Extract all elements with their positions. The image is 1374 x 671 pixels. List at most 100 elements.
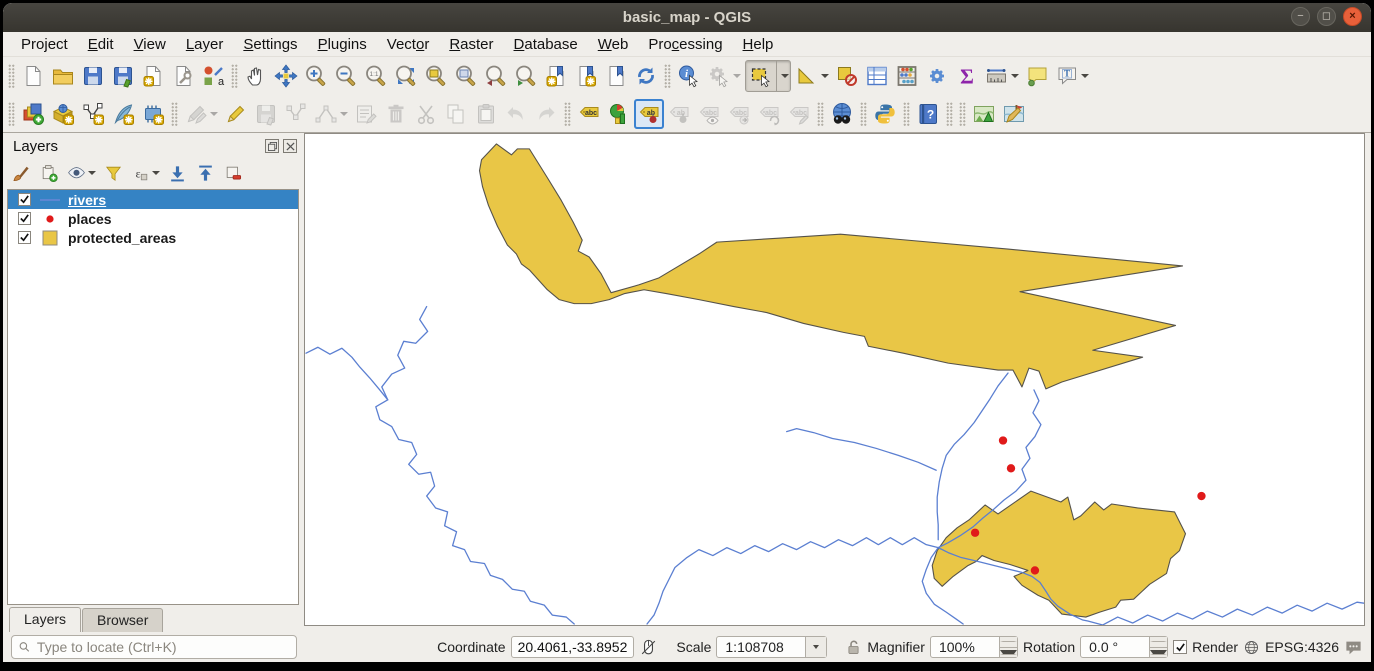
zoom-next-button[interactable] xyxy=(511,61,541,91)
layer-labeling-options-button[interactable]: abc xyxy=(574,99,604,129)
help-contents-button[interactable]: ? xyxy=(913,99,943,129)
statistics-panel-button[interactable] xyxy=(892,61,922,91)
expand-all-button[interactable] xyxy=(165,161,189,185)
copy-features-button[interactable] xyxy=(441,99,471,129)
toolbar-grip[interactable] xyxy=(959,102,966,126)
window-minimize-button[interactable]: − xyxy=(1291,7,1310,26)
toolbar-grip[interactable] xyxy=(817,102,824,126)
layer-checkbox[interactable] xyxy=(18,231,31,244)
select-features-dropdown[interactable] xyxy=(776,61,790,91)
save-project-as-button[interactable] xyxy=(108,61,138,91)
layer-item-rivers[interactable]: rivers xyxy=(8,190,298,209)
paste-features-button[interactable] xyxy=(471,99,501,129)
new-print-layout-button[interactable] xyxy=(138,61,168,91)
save-project-button[interactable] xyxy=(78,61,108,91)
deselect-features-button[interactable] xyxy=(832,61,862,91)
cut-features-button[interactable] xyxy=(411,99,441,129)
new-shapefile-layer-button[interactable] xyxy=(78,99,108,129)
processing-toolbox-button[interactable] xyxy=(922,61,952,91)
coordinate-extent-toggle[interactable] xyxy=(639,638,658,657)
menu-settings[interactable]: Settings xyxy=(233,34,307,55)
move-label-button[interactable]: ab xyxy=(664,99,694,129)
toolbar-grip[interactable] xyxy=(946,102,953,126)
open-layer-styling-button[interactable] xyxy=(9,161,33,185)
remove-layer-button[interactable] xyxy=(221,161,245,185)
filter-by-expression-button[interactable]: ε xyxy=(129,161,161,185)
new-spatialite-layer-button[interactable] xyxy=(108,99,138,129)
toolbar-grip[interactable] xyxy=(171,102,178,126)
data-source-manager-button[interactable] xyxy=(18,99,48,129)
modify-attributes-button[interactable] xyxy=(351,99,381,129)
add-group-button[interactable] xyxy=(37,161,61,185)
toolbar-grip[interactable] xyxy=(8,102,15,126)
menu-help[interactable]: Help xyxy=(733,34,784,55)
menu-view[interactable]: View xyxy=(124,34,176,55)
magnifier-spin-buttons[interactable] xyxy=(999,637,1017,657)
pan-map-button[interactable] xyxy=(241,61,271,91)
messages-icon[interactable] xyxy=(1344,638,1363,657)
layer-checkbox[interactable] xyxy=(18,193,31,206)
show-layout-manager-button[interactable] xyxy=(168,61,198,91)
statistical-summary-button[interactable]: Σ xyxy=(952,61,982,91)
zoom-out-button[interactable] xyxy=(331,61,361,91)
current-edits-button[interactable] xyxy=(181,99,221,129)
identify-features-button[interactable]: i xyxy=(674,61,704,91)
layer-item-protected_areas[interactable]: protected_areas xyxy=(8,228,298,247)
run-feature-action-button[interactable] xyxy=(704,61,744,91)
toolbar-grip[interactable] xyxy=(8,64,15,88)
toggle-editing-button[interactable] xyxy=(221,99,251,129)
locate-search[interactable] xyxy=(11,635,297,659)
toolbar-grip[interactable] xyxy=(564,102,571,126)
measure-line-button[interactable] xyxy=(982,61,1022,91)
map-canvas-svg[interactable] xyxy=(305,134,1364,625)
metasearch-button[interactable] xyxy=(827,99,857,129)
menu-database[interactable]: Database xyxy=(504,34,588,55)
menu-plugins[interactable]: Plugins xyxy=(308,34,377,55)
plugin-map-b-button[interactable] xyxy=(999,99,1029,129)
locate-input[interactable] xyxy=(35,638,290,656)
menu-raster[interactable]: Raster xyxy=(439,34,503,55)
toolbar-grip[interactable] xyxy=(664,64,671,88)
panel-close-button[interactable] xyxy=(283,139,297,153)
undo-button[interactable] xyxy=(501,99,531,129)
style-manager-button[interactable]: a xyxy=(198,61,228,91)
menu-project[interactable]: Project xyxy=(11,34,78,55)
layer-checkbox[interactable] xyxy=(18,212,31,225)
filter-legend-button[interactable] xyxy=(101,161,125,185)
tab-browser[interactable]: Browser xyxy=(82,608,163,632)
zoom-last-button[interactable] xyxy=(481,61,511,91)
rotation-spin-buttons[interactable] xyxy=(1149,637,1167,657)
crs-globe-icon[interactable] xyxy=(1243,639,1260,656)
zoom-full-button[interactable] xyxy=(391,61,421,91)
menu-web[interactable]: Web xyxy=(588,34,639,55)
delete-selected-button[interactable] xyxy=(381,99,411,129)
zoom-in-button[interactable] xyxy=(301,61,331,91)
change-label-properties-button[interactable]: abc xyxy=(784,99,814,129)
show-hide-labels-button[interactable]: abc xyxy=(694,99,724,129)
scale-lock-icon[interactable] xyxy=(845,639,862,656)
window-maximize-button[interactable]: ◻ xyxy=(1317,7,1336,26)
map-tips-button[interactable] xyxy=(1022,61,1052,91)
menu-processing[interactable]: Processing xyxy=(638,34,732,55)
scale-combobox[interactable]: 1:108708 xyxy=(716,636,827,658)
panel-float-button[interactable] xyxy=(265,139,279,153)
new-virtual-layer-button[interactable] xyxy=(138,99,168,129)
move-label-diagram-button[interactable]: abc xyxy=(724,99,754,129)
refresh-map-button[interactable] xyxy=(631,61,661,91)
rotation-spinbox[interactable]: 0.0 ° xyxy=(1080,636,1168,658)
map-canvas[interactable] xyxy=(304,133,1365,626)
zoom-native-button[interactable]: 1:1 xyxy=(361,61,391,91)
text-annotation-button[interactable]: T xyxy=(1052,61,1092,91)
new-bookmark-button[interactable] xyxy=(541,61,571,91)
select-features-by-area-button[interactable] xyxy=(792,61,832,91)
plugin-map-a-button[interactable] xyxy=(969,99,999,129)
select-features-button[interactable] xyxy=(746,61,776,91)
zoom-to-selection-button[interactable] xyxy=(421,61,451,91)
menu-edit[interactable]: Edit xyxy=(78,34,124,55)
zoom-to-layer-button[interactable] xyxy=(451,61,481,91)
open-attribute-table-button[interactable] xyxy=(862,61,892,91)
toolbar-grip[interactable] xyxy=(231,64,238,88)
window-close-button[interactable]: × xyxy=(1343,7,1362,26)
toolbar-grip[interactable] xyxy=(903,102,910,126)
scale-dropdown-button[interactable] xyxy=(805,637,826,657)
